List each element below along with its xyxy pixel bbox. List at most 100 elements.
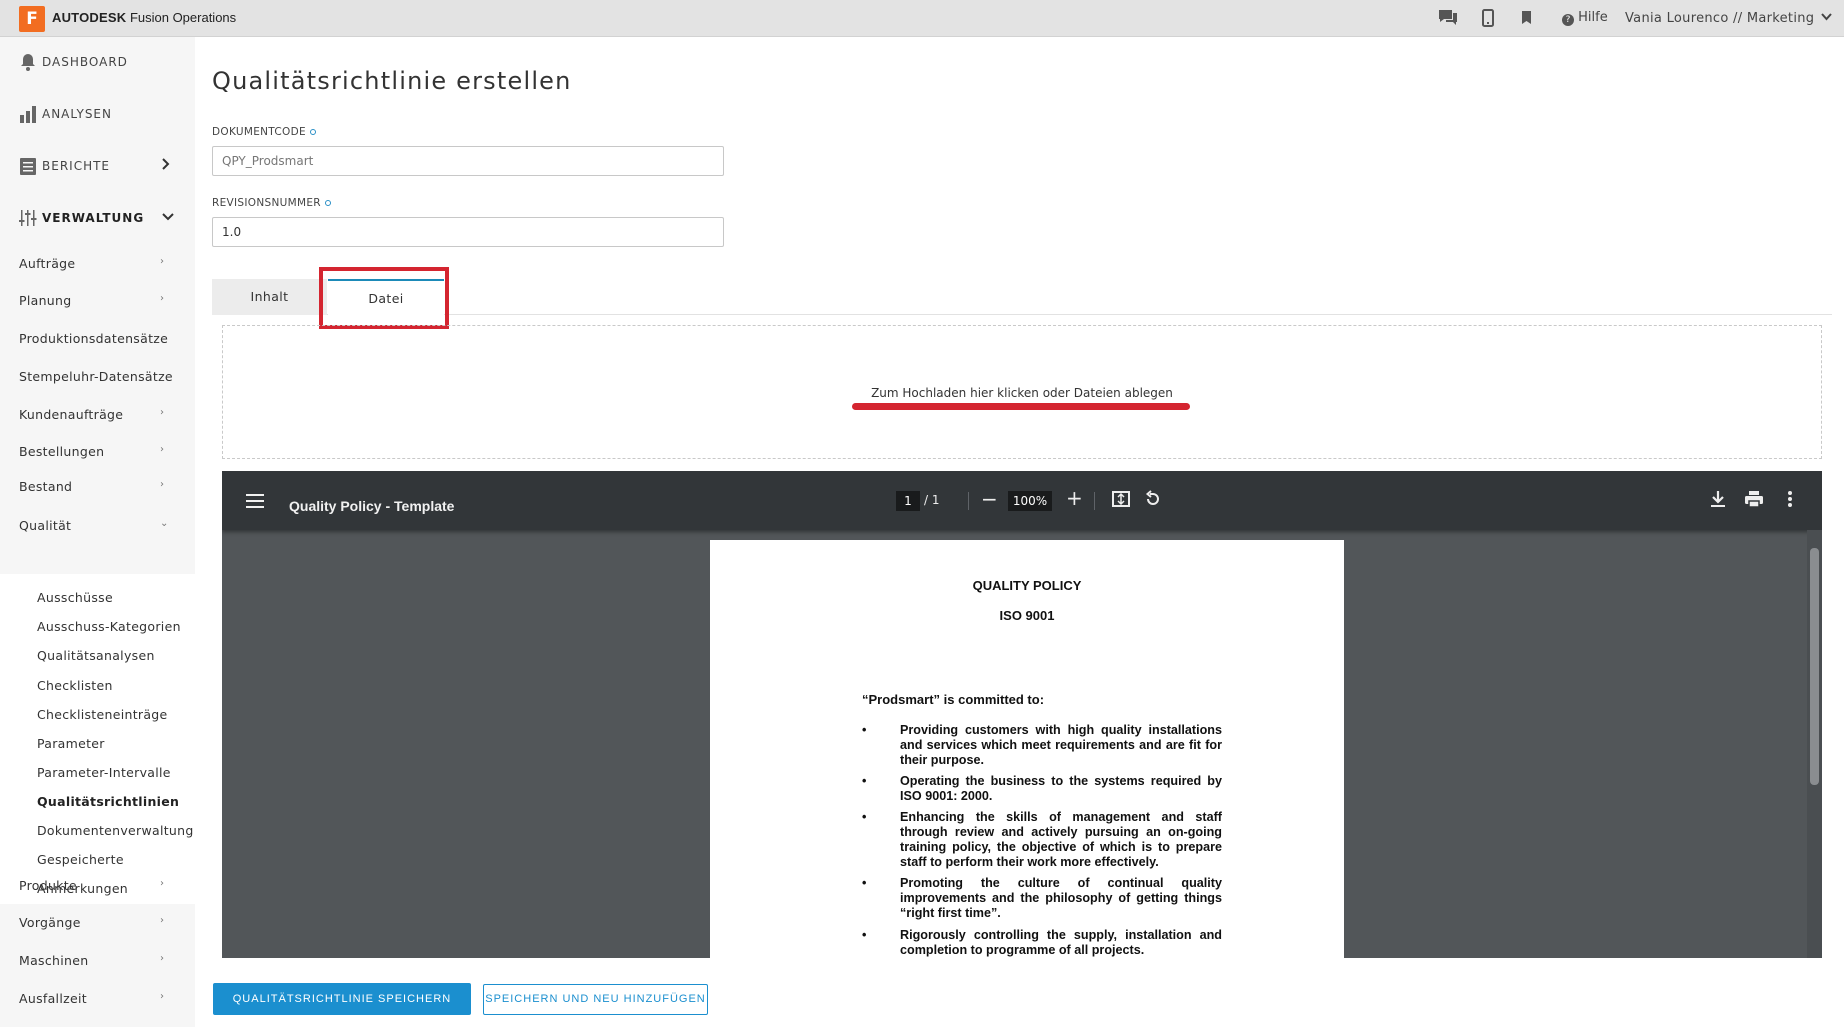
doc-code-input[interactable] bbox=[212, 146, 724, 176]
required-dot-icon bbox=[309, 129, 316, 135]
sidebar-sub-gespeicherte[interactable]: Gespeicherte bbox=[37, 852, 124, 867]
chevron-right-icon: › bbox=[160, 953, 165, 964]
chevron-right-icon: › bbox=[160, 407, 165, 418]
sliders-icon bbox=[19, 209, 37, 227]
pdf-subheading: ISO 9001 bbox=[999, 608, 1055, 623]
sidebar-item-kundenauftraege[interactable]: Kundenaufträge › bbox=[19, 407, 164, 422]
pdf-bullet-item: • Enhancing the skills of management and… bbox=[862, 810, 1222, 870]
sidebar-sub-qualitaetsrichtlinien[interactable]: Qualitätsrichtlinien bbox=[37, 794, 179, 809]
chevron-down-icon: ⌄ bbox=[160, 518, 169, 529]
sidebar-item-analysen[interactable]: ANALYSEN bbox=[0, 89, 195, 141]
pdf-viewer: QUALITY POLICY ISO 9001 “Prodsmart” is c… bbox=[222, 471, 1822, 958]
bullet-icon: • bbox=[862, 774, 867, 788]
doc-code-label-text: DOKUMENTCODE bbox=[212, 126, 306, 138]
sidebar-item-label: Produkte bbox=[19, 878, 77, 893]
sidebar-sub-ausschuesse[interactable]: Ausschüsse bbox=[37, 590, 113, 605]
sidebar-item-label: Maschinen bbox=[19, 953, 89, 968]
sidebar-item-label: Bestand bbox=[19, 479, 73, 494]
app-logo[interactable]: F bbox=[19, 6, 45, 32]
toolbar-divider bbox=[968, 492, 969, 510]
pdf-toolbar: Quality Policy - Template 1 / 1 − 100% + bbox=[222, 471, 1822, 530]
sidebar-item-bestand[interactable]: Bestand › bbox=[19, 479, 164, 494]
brand-bold: AUTODESK bbox=[52, 10, 127, 25]
sidebar-sub-parameter-intervalle[interactable]: Parameter-Intervalle bbox=[37, 765, 171, 780]
sidebar-sub-qualitaetsanalysen[interactable]: Qualitätsanalysen bbox=[37, 648, 155, 663]
pdf-bullet-item: • Rigorously controlling the supply, ins… bbox=[862, 928, 1222, 958]
dropzone-text: Zum Hochladen hier klicken oder Dateien … bbox=[871, 386, 1173, 400]
help-link[interactable]: ? Hilfe bbox=[1562, 10, 1608, 26]
top-bar: F AUTODESK Fusion Operations ? Hilfe Van… bbox=[0, 0, 1844, 37]
zoom-in-icon[interactable]: + bbox=[1066, 486, 1083, 510]
save-and-add-new-button[interactable]: SPEICHERN UND NEU HINZUFÜGEN bbox=[483, 984, 708, 1015]
chevron-right-icon bbox=[162, 158, 170, 174]
app-brand[interactable]: AUTODESK Fusion Operations bbox=[52, 10, 236, 25]
sidebar-item-dashboard[interactable]: DASHBOARD bbox=[0, 37, 195, 89]
download-icon[interactable] bbox=[1710, 490, 1726, 512]
sidebar-item-maschinen[interactable]: Maschinen › bbox=[19, 953, 164, 968]
sidebar-item-ausfallzeit[interactable]: Ausfallzeit › bbox=[19, 991, 164, 1006]
scrollbar-thumb[interactable] bbox=[1810, 548, 1819, 785]
sidebar-item-verwaltung[interactable]: VERWALTUNG bbox=[0, 193, 195, 245]
tab-inhalt[interactable]: Inhalt bbox=[212, 279, 327, 315]
sidebar-item-planung[interactable]: Planung › bbox=[19, 293, 164, 308]
document-icon bbox=[19, 157, 37, 175]
rotate-icon[interactable] bbox=[1144, 490, 1162, 512]
sidebar-item-produktionsdatensaetze[interactable]: Produktionsdatensätze bbox=[19, 331, 168, 346]
pdf-bullet-text: Promoting the culture of continual quali… bbox=[900, 876, 1222, 920]
save-quality-policy-button[interactable]: QUALITÄTSRICHTLINIE SPEICHERN bbox=[213, 983, 471, 1015]
help-label: Hilfe bbox=[1578, 10, 1608, 25]
page-number-input[interactable]: 1 bbox=[896, 491, 920, 511]
pdf-bullet-item: • Promoting the culture of continual qua… bbox=[862, 876, 1222, 922]
page-title: Qualitätsrichtlinie erstellen bbox=[212, 67, 572, 95]
highlight-annotation-underline bbox=[852, 403, 1190, 410]
sidebar-item-berichte[interactable]: BERICHTE bbox=[0, 141, 195, 193]
file-dropzone[interactable]: Zum Hochladen hier klicken oder Dateien … bbox=[222, 325, 1822, 459]
doc-code-label: DOKUMENTCODE bbox=[212, 126, 316, 138]
sidebar-sub-checklisten[interactable]: Checklisten bbox=[37, 678, 113, 693]
print-icon[interactable] bbox=[1744, 490, 1764, 512]
hamburger-menu-icon[interactable] bbox=[246, 493, 264, 512]
chat-icon[interactable] bbox=[1437, 8, 1459, 32]
required-dot-icon bbox=[324, 200, 331, 206]
pdf-scrollbar[interactable] bbox=[1807, 530, 1822, 958]
sidebar-item-auftraege[interactable]: Aufträge › bbox=[19, 256, 164, 271]
sidebar-sub-checklisteneintraege[interactable]: Checklisteneinträge bbox=[37, 707, 168, 722]
bar-chart-icon bbox=[19, 105, 37, 123]
pdf-intro: “Prodsmart” is committed to: bbox=[862, 692, 1045, 707]
bullet-icon: • bbox=[862, 723, 867, 737]
tabs-divider bbox=[212, 314, 1832, 315]
pdf-title: Quality Policy - Template bbox=[289, 498, 455, 514]
pdf-bullet-text: Rigorously controlling the supply, insta… bbox=[900, 928, 1222, 957]
sidebar-sub-dokumentenverwaltung[interactable]: Dokumentenverwaltung bbox=[37, 823, 194, 838]
sidebar-sub-ausschuss-kategorien[interactable]: Ausschuss-Kategorien bbox=[37, 619, 181, 634]
zoom-out-icon[interactable]: − bbox=[981, 487, 998, 511]
zoom-level-input[interactable]: 100% bbox=[1008, 491, 1052, 511]
bullet-icon: • bbox=[862, 810, 867, 824]
sidebar-item-bestellungen[interactable]: Bestellungen › bbox=[19, 444, 164, 459]
pdf-heading: QUALITY POLICY bbox=[972, 578, 1082, 593]
highlight-annotation-box bbox=[319, 267, 449, 329]
chevron-right-icon: › bbox=[160, 479, 165, 490]
sidebar-item-label: Planung bbox=[19, 293, 72, 308]
bookmark-icon[interactable] bbox=[1521, 10, 1532, 29]
sidebar-item-qualitaet[interactable]: Qualität ⌄ bbox=[19, 518, 168, 533]
more-vertical-icon[interactable] bbox=[1787, 490, 1793, 512]
sidebar-sub-parameter[interactable]: Parameter bbox=[37, 736, 105, 751]
sidebar-item-produkte[interactable]: Produkte › bbox=[19, 878, 164, 893]
sidebar: DASHBOARD ANALYSEN BERICHTE VERWALTUNG A… bbox=[0, 37, 195, 1027]
revision-input[interactable] bbox=[212, 217, 724, 247]
sidebar-item-label: Qualität bbox=[19, 518, 72, 533]
chevron-right-icon: › bbox=[160, 293, 165, 304]
sidebar-item-label: Aufträge bbox=[19, 256, 76, 271]
fit-page-icon[interactable] bbox=[1112, 490, 1130, 512]
chevron-down-icon bbox=[1821, 10, 1832, 25]
sidebar-item-label: Stempeluhr-Datensätze bbox=[19, 369, 173, 384]
mobile-icon[interactable] bbox=[1482, 9, 1494, 31]
sidebar-item-stempeluhr[interactable]: Stempeluhr-Datensätze bbox=[19, 369, 173, 384]
revision-label-text: REVISIONSNUMMER bbox=[212, 197, 321, 209]
user-menu[interactable]: Vania Lourenco // Marketing bbox=[1625, 10, 1832, 26]
sidebar-item-vorgaenge[interactable]: Vorgänge › bbox=[19, 915, 164, 930]
chevron-right-icon: › bbox=[160, 878, 165, 889]
page-total: / 1 bbox=[924, 493, 940, 507]
pdf-bullet-item: • Operating the business to the systems … bbox=[862, 774, 1222, 804]
